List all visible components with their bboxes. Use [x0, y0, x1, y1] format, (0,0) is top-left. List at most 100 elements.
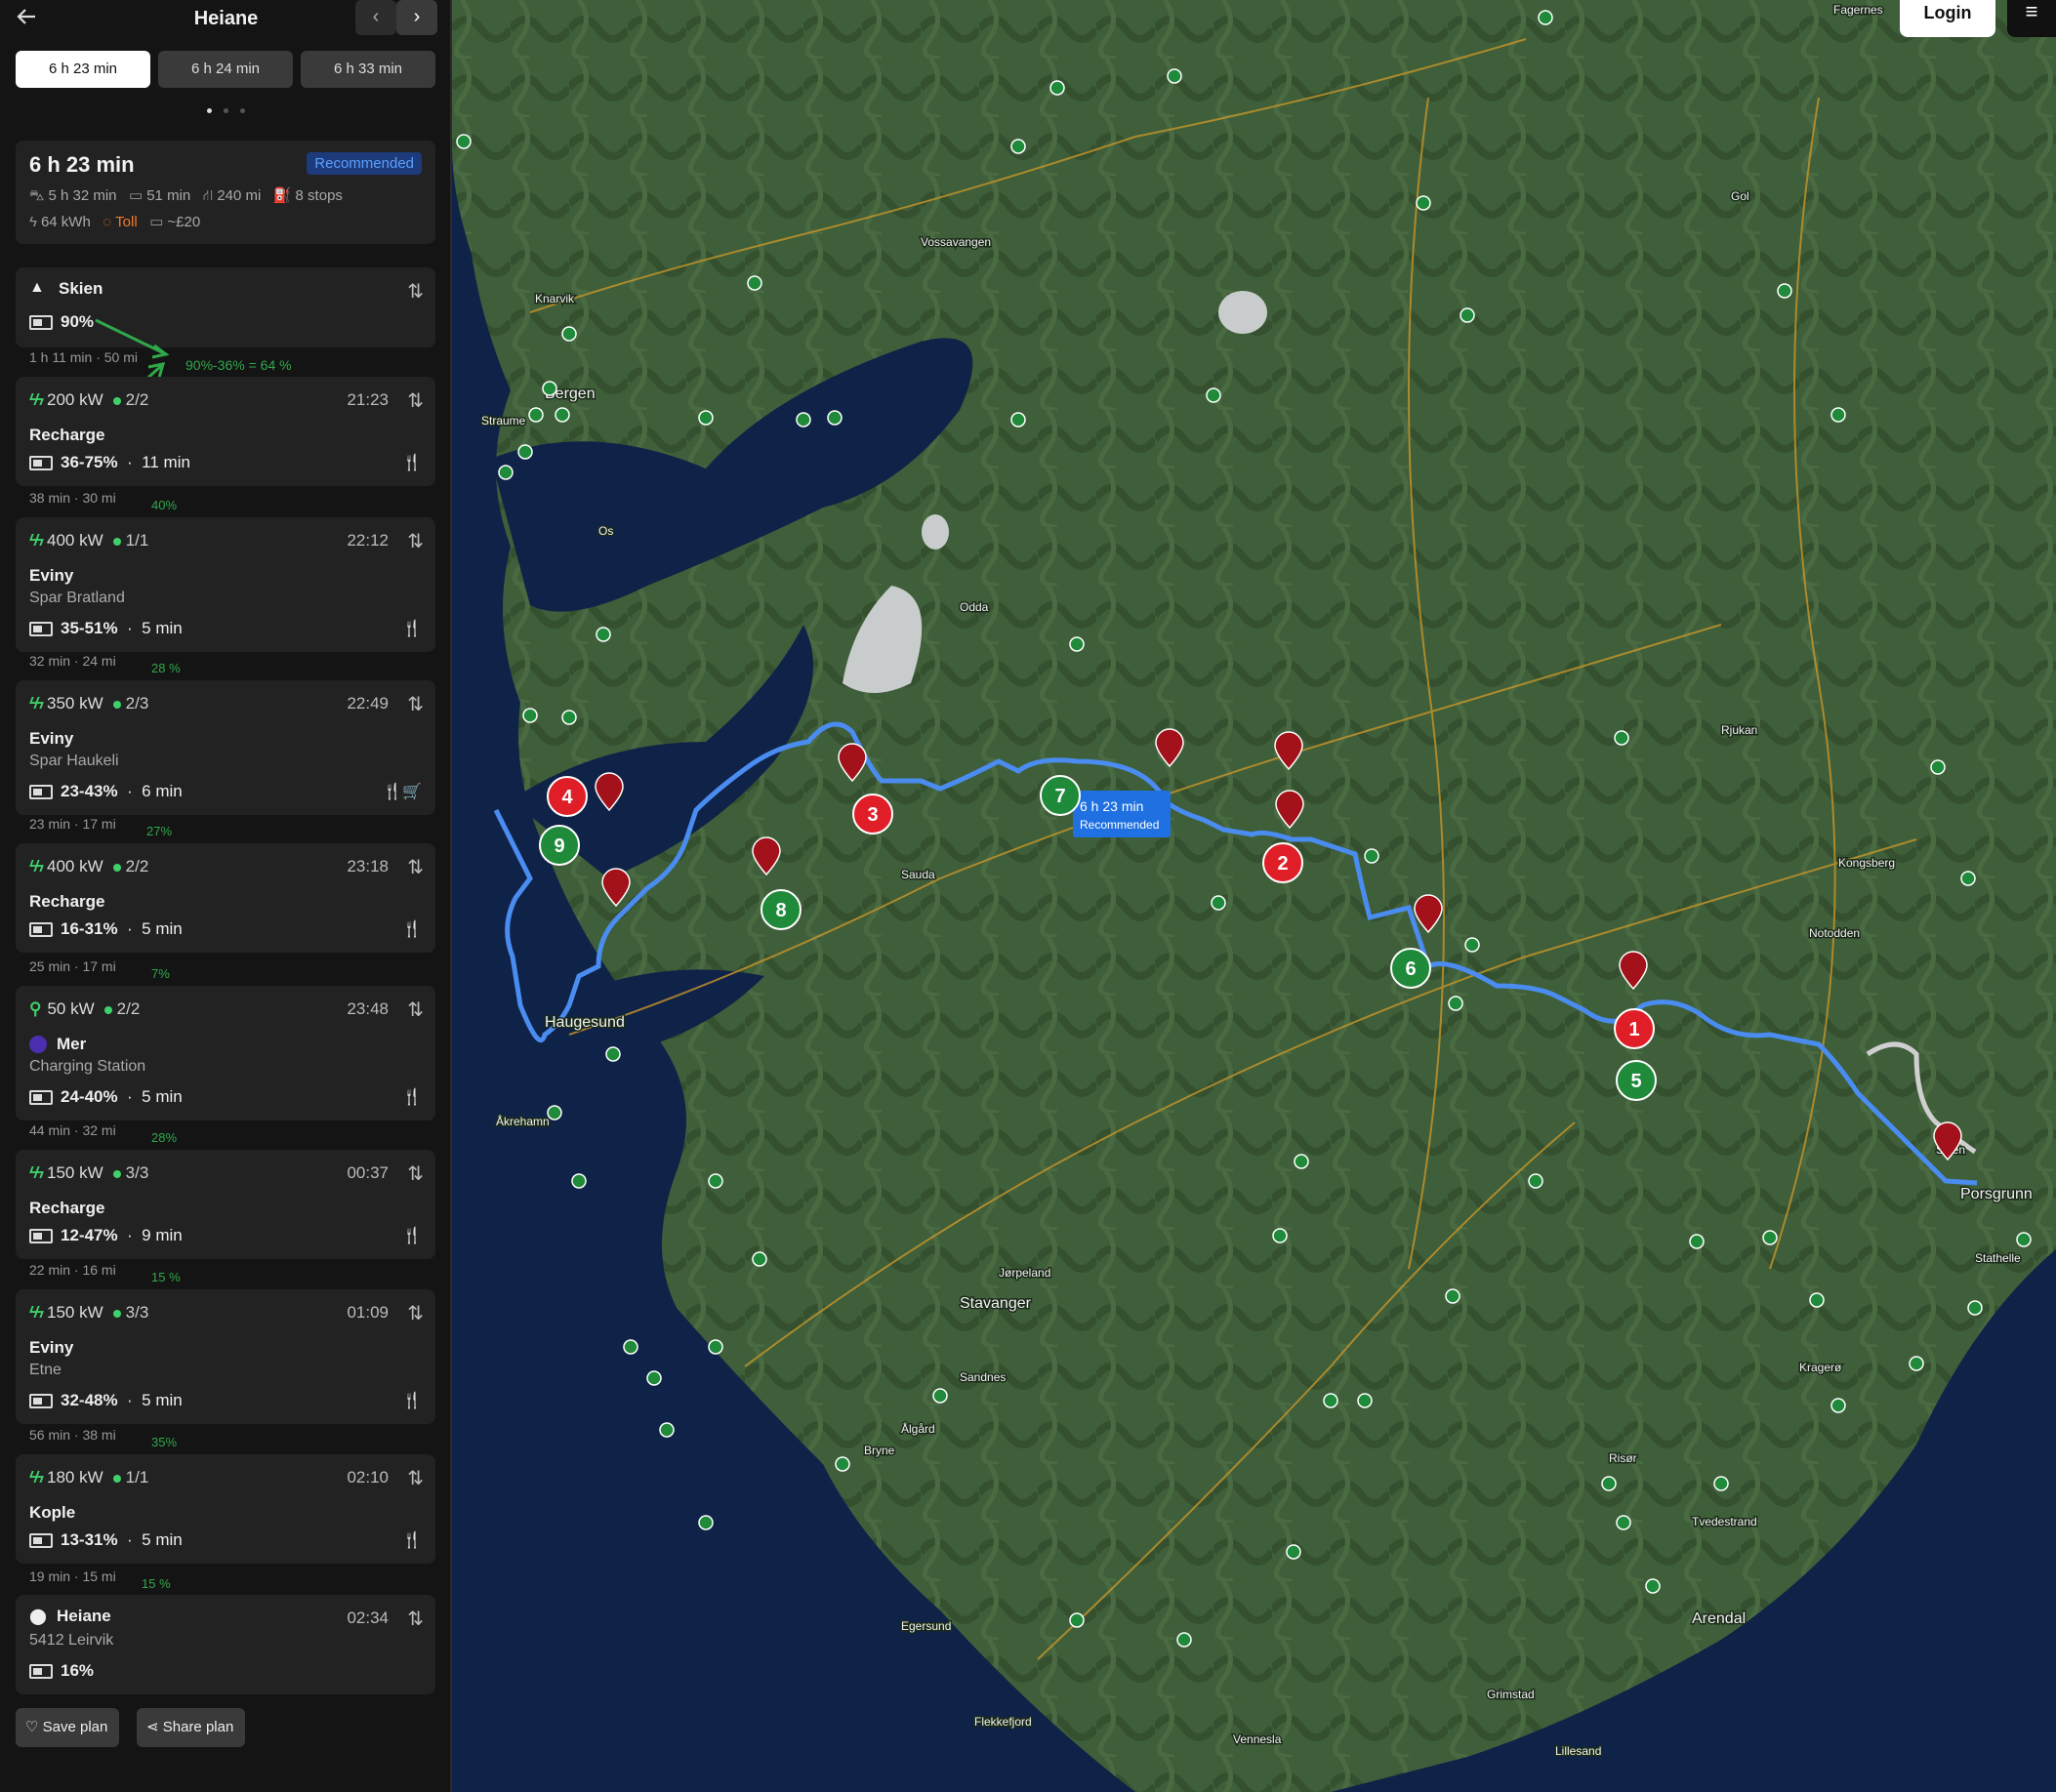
prev-route-button[interactable]: ‹	[355, 0, 396, 35]
charger-dot-icon[interactable]	[456, 134, 472, 149]
charger-dot-icon[interactable]	[1010, 412, 1026, 428]
stop-marker-2[interactable]: 2	[1262, 842, 1303, 883]
charger-dot-icon[interactable]	[547, 1105, 562, 1120]
charger-dot-icon[interactable]	[623, 1339, 638, 1355]
reorder-icon[interactable]: ⇅	[407, 1301, 424, 1325]
charger-dot-icon[interactable]	[1176, 1632, 1192, 1648]
charger-dot-icon[interactable]	[708, 1173, 723, 1189]
charger-dot-icon[interactable]	[827, 410, 843, 426]
charging-stop-card[interactable]: ϟϟ 200 kW 2/2 21:23 ⇅ Recharge 36-75% · 11 min…	[16, 377, 435, 486]
charger-dot-icon[interactable]	[1909, 1356, 1924, 1371]
charger-dot-icon[interactable]	[835, 1456, 850, 1472]
charger-dot-icon[interactable]	[1777, 283, 1792, 299]
reorder-icon[interactable]: ⇅	[407, 1161, 424, 1186]
charger-dot-icon[interactable]	[1357, 1393, 1373, 1408]
charging-stop-card[interactable]: ϟϟ 350 kW 2/3 22:49 ⇅ Eviny Spar Haukeli 23-43%…	[16, 680, 435, 815]
save-plan-button[interactable]: ♡ Save plan	[16, 1708, 120, 1747]
charger-dot-icon[interactable]	[1930, 759, 1946, 775]
charger-dot-icon[interactable]	[561, 710, 577, 725]
stop-marker-8[interactable]: 8	[761, 889, 802, 930]
stop-marker-1[interactable]: 1	[1614, 1008, 1655, 1049]
charger-dot-icon[interactable]	[646, 1370, 662, 1386]
tab-route-2[interactable]: 6 h 24 min	[158, 51, 293, 88]
charger-dot-icon[interactable]	[1538, 10, 1553, 25]
charging-stop-card[interactable]: ϟϟ 400 kW 1/1 22:12 ⇅ Eviny Spar Bratland 35-51…	[16, 517, 435, 652]
charger-dot-icon[interactable]	[1294, 1154, 1309, 1169]
reorder-icon[interactable]: ⇅	[407, 692, 424, 716]
charger-dot-icon[interactable]	[1364, 848, 1379, 864]
pager-dot[interactable]	[224, 108, 228, 113]
charger-dot-icon[interactable]	[561, 326, 577, 342]
charger-dot-icon[interactable]	[1211, 895, 1226, 911]
stop-marker-9[interactable]: 9	[539, 825, 580, 866]
charger-dot-icon[interactable]	[796, 412, 811, 428]
charger-dot-icon[interactable]	[1601, 1476, 1617, 1491]
reorder-icon[interactable]: ⇅	[407, 388, 424, 413]
charger-dot-icon[interactable]	[596, 627, 611, 642]
charger-dot-icon[interactable]	[1830, 407, 1846, 423]
charger-dot-icon[interactable]	[1809, 1292, 1825, 1308]
charger-dot-icon[interactable]	[1460, 307, 1475, 323]
charger-dot-icon[interactable]	[555, 407, 570, 423]
reorder-icon[interactable]: ⇅	[407, 1466, 424, 1490]
charger-dot-icon[interactable]	[1528, 1173, 1543, 1189]
charger-dot-icon[interactable]	[517, 444, 533, 460]
stop-marker-4[interactable]: 4	[547, 776, 588, 817]
tab-route-3[interactable]: 6 h 33 min	[301, 51, 435, 88]
charger-dot-icon[interactable]	[1010, 139, 1026, 154]
charger-dot-icon[interactable]	[498, 465, 514, 480]
charger-dot-icon[interactable]	[1069, 1612, 1085, 1628]
stop-marker-3[interactable]: 3	[852, 794, 893, 835]
charger-dot-icon[interactable]	[1464, 937, 1480, 953]
charger-dot-icon[interactable]	[542, 381, 557, 396]
destination-card[interactable]: ⬤ Heiane 02:34 ⇅ 5412 Leirvik 16%	[16, 1595, 435, 1694]
stop-marker-6[interactable]: 6	[1390, 948, 1431, 989]
charger-dot-icon[interactable]	[1689, 1234, 1705, 1249]
reorder-icon[interactable]: ⇅	[407, 529, 424, 553]
stop-marker-5[interactable]: 5	[1616, 1060, 1657, 1101]
charging-stop-card[interactable]: ϟϟ 180 kW 1/1 02:10 ⇅ Kople 13-31% · 5 min 🍴	[16, 1454, 435, 1564]
charger-dot-icon[interactable]	[1272, 1228, 1288, 1243]
charger-dot-icon[interactable]	[1049, 80, 1065, 96]
share-plan-button[interactable]: ⋖ Share plan	[137, 1708, 246, 1747]
reorder-icon[interactable]: ⇅	[407, 855, 424, 879]
next-route-button[interactable]: ›	[396, 0, 437, 35]
reorder-icon[interactable]: ⇅	[407, 279, 424, 304]
charger-dot-icon[interactable]	[528, 407, 544, 423]
charger-dot-icon[interactable]	[571, 1173, 587, 1189]
charger-dot-icon[interactable]	[1323, 1393, 1338, 1408]
charger-dot-icon[interactable]	[1713, 1476, 1729, 1491]
charger-dot-icon[interactable]	[1830, 1398, 1846, 1413]
map-view[interactable]: 6 h 23 min Recommended Fagernes Knarvik Be…	[452, 0, 2056, 1792]
charger-dot-icon[interactable]	[752, 1251, 767, 1267]
charger-dot-icon[interactable]	[747, 275, 762, 291]
charger-dot-icon[interactable]	[605, 1046, 621, 1062]
charging-stop-card[interactable]: ϟϟ 150 kW 3/3 00:37 ⇅ Recharge 12-47% · 9 min 🍴	[16, 1150, 435, 1259]
charger-dot-icon[interactable]	[659, 1422, 675, 1438]
charger-dot-icon[interactable]	[2016, 1232, 2032, 1247]
charger-dot-icon[interactable]	[1167, 68, 1182, 84]
reorder-icon[interactable]: ⇅	[407, 998, 424, 1022]
charger-dot-icon[interactable]	[1614, 730, 1629, 746]
login-button[interactable]: Login	[1900, 0, 1995, 37]
charger-dot-icon[interactable]	[1762, 1230, 1778, 1245]
charger-dot-icon[interactable]	[522, 708, 538, 723]
reorder-icon[interactable]: ⇅	[407, 1607, 424, 1631]
charging-stop-card[interactable]: ⚲ 50 kW 2/2 23:48 ⇅ Mer Charging Station 24-40%…	[16, 986, 435, 1120]
charging-stop-card[interactable]: ϟϟ 150 kW 3/3 01:09 ⇅ Eviny Etne 32-48% · 5 min…	[16, 1289, 435, 1424]
charging-stop-card[interactable]: ϟϟ 400 kW 2/2 23:18 ⇅ Recharge 16-31% · 5 min 🍴	[16, 843, 435, 953]
charger-dot-icon[interactable]	[1967, 1300, 1983, 1316]
pager-dot[interactable]	[207, 108, 212, 113]
charger-dot-icon[interactable]	[1206, 387, 1221, 403]
stop-marker-7[interactable]: 7	[1040, 775, 1081, 816]
charger-dot-icon[interactable]	[1069, 636, 1085, 652]
menu-button[interactable]: ≡	[2007, 0, 2056, 37]
pager-dot[interactable]	[240, 108, 245, 113]
charger-dot-icon[interactable]	[698, 1515, 714, 1530]
charger-dot-icon[interactable]	[708, 1339, 723, 1355]
tab-route-1[interactable]: 6 h 23 min	[16, 51, 150, 88]
charger-dot-icon[interactable]	[1448, 996, 1463, 1011]
charger-dot-icon[interactable]	[698, 410, 714, 426]
charger-dot-icon[interactable]	[1416, 195, 1431, 211]
charger-dot-icon[interactable]	[932, 1388, 948, 1404]
